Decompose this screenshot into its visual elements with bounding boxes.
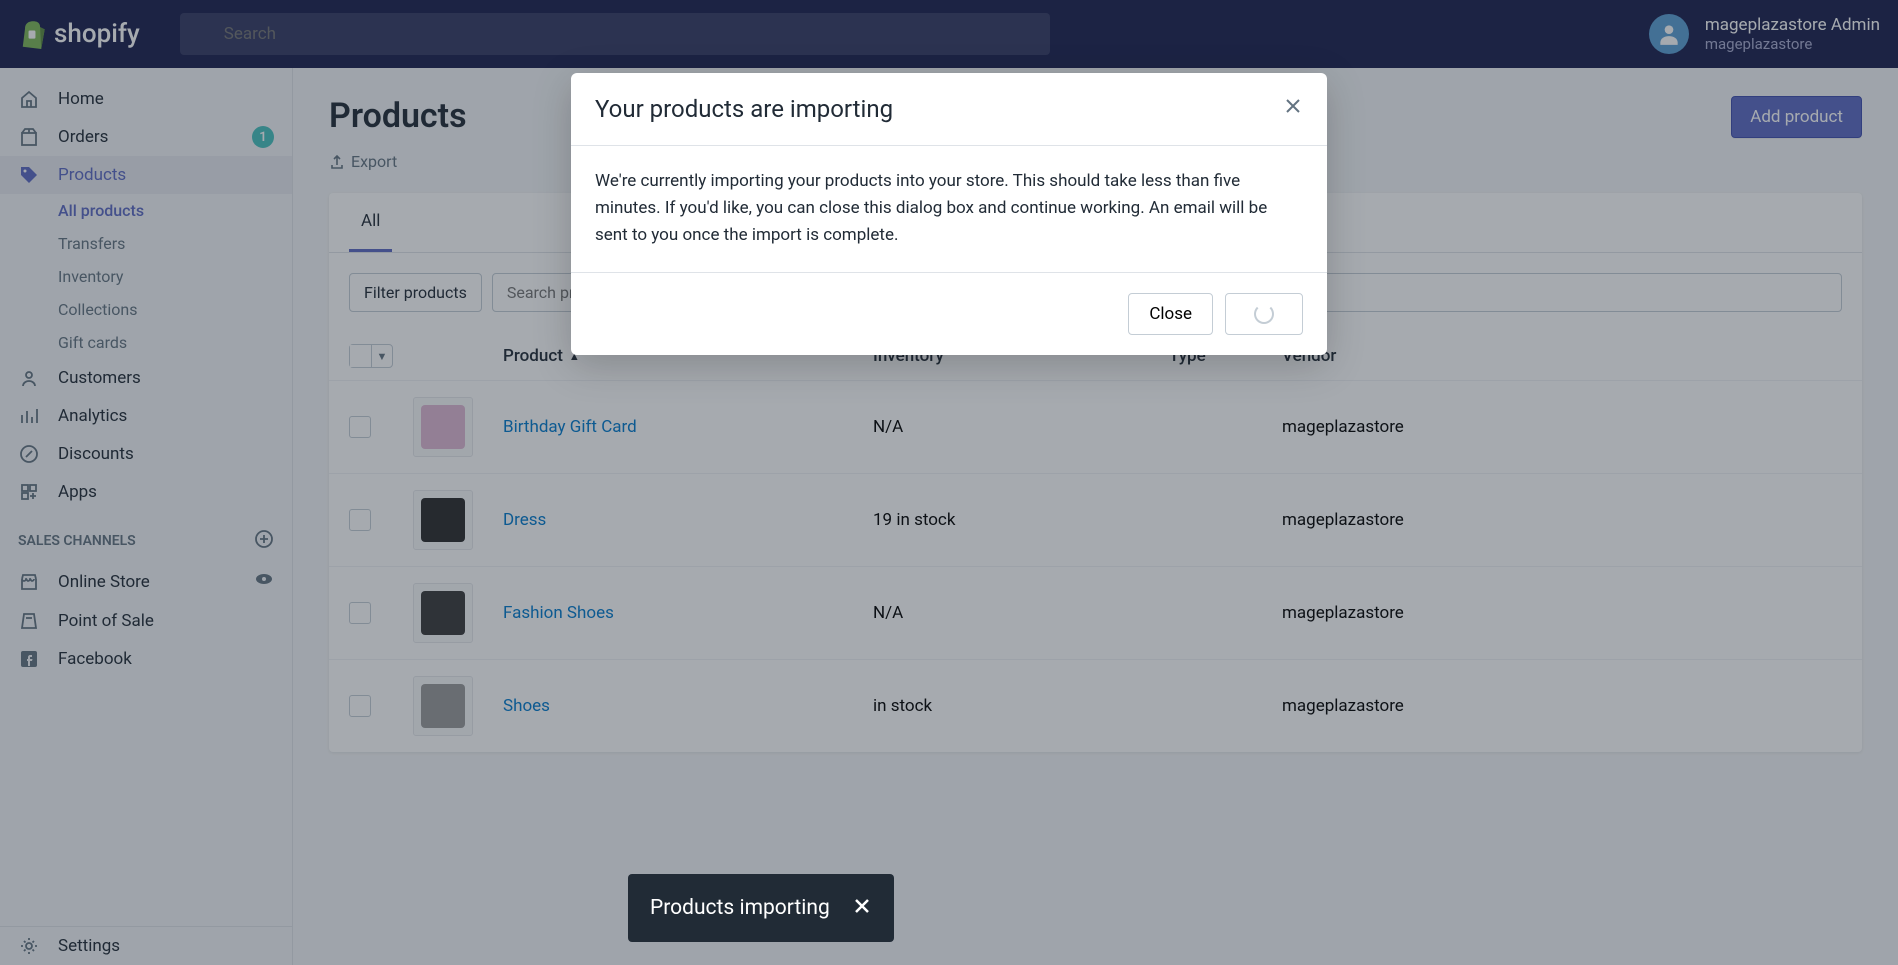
modal-overlay: Your products are importing We're curren… <box>0 0 1898 965</box>
close-icon <box>1283 96 1303 116</box>
toast-close-button[interactable] <box>852 894 872 922</box>
toast-text: Products importing <box>650 896 830 920</box>
toast: Products importing <box>628 874 894 942</box>
close-icon <box>852 896 872 916</box>
modal-close-x[interactable] <box>1283 96 1303 122</box>
modal-body: We're currently importing your products … <box>571 146 1327 273</box>
spinner-icon <box>1254 304 1274 324</box>
modal-close-button[interactable]: Close <box>1128 293 1213 335</box>
modal-loading-button <box>1225 293 1303 335</box>
import-modal: Your products are importing We're curren… <box>571 73 1327 355</box>
modal-title: Your products are importing <box>595 95 893 123</box>
